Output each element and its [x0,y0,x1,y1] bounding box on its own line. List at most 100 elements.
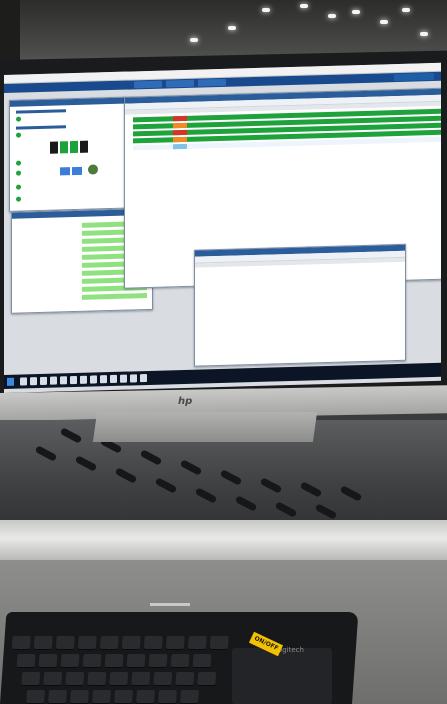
section-heading [16,125,66,130]
key[interactable] [70,690,89,704]
nav-tab[interactable] [166,79,194,88]
key[interactable] [170,654,190,668]
key[interactable] [209,636,229,650]
key[interactable] [192,654,212,668]
vent-slot [299,481,323,498]
touchpad[interactable] [232,648,332,704]
key[interactable] [82,654,102,668]
key[interactable] [77,636,97,650]
key[interactable] [126,654,146,668]
taskbar-app-icon[interactable] [30,377,37,386]
taskbar-app-icon[interactable] [110,374,117,384]
ceiling-light [190,38,198,42]
vent-slot [59,427,83,444]
taskbar-app-icon[interactable] [80,375,87,384]
key[interactable] [143,636,163,650]
taskbar-app-icon[interactable] [120,374,127,383]
key[interactable] [92,690,111,704]
key[interactable] [60,654,80,668]
key[interactable] [38,654,58,668]
key[interactable] [87,672,107,686]
table-row[interactable] [82,293,147,300]
key[interactable] [175,672,195,686]
key[interactable] [43,672,63,686]
key[interactable] [33,636,53,650]
vent-slot [179,459,203,476]
taskbar-app-icon[interactable] [50,376,57,385]
nav-tab[interactable] [134,80,162,89]
ceiling-light [262,8,270,12]
status-dot [16,170,21,176]
status-dot [16,184,21,190]
key[interactable] [21,672,41,686]
taskbar-app-icon[interactable] [100,375,107,384]
nav-tab[interactable] [198,78,226,87]
status-dot [16,160,21,166]
user-menu[interactable] [394,72,434,82]
device-icon [50,141,58,154]
keyboard-brand: logitech [276,646,304,654]
key[interactable] [121,636,141,650]
ceiling-light [328,14,336,18]
vent-slot [314,503,338,520]
taskbar-app-icon[interactable] [90,375,97,384]
ceiling-light [352,10,360,14]
key[interactable] [65,672,85,686]
device-icon [70,140,78,154]
taskbar-app-icon[interactable] [70,375,77,385]
key[interactable] [48,690,67,704]
vent-slot [74,455,98,472]
monitor-icon [72,166,82,176]
vent-slot [274,501,298,518]
ceiling-light [420,32,428,36]
key[interactable] [109,672,129,686]
hp-logo: hp [175,393,193,407]
ceiling-light [380,20,388,24]
key[interactable] [187,636,207,650]
key[interactable] [11,636,31,650]
section-heading [16,109,66,114]
hp-logo-mark: hp [178,396,192,407]
vent-slot [194,487,218,504]
key[interactable] [158,690,177,704]
key[interactable] [55,636,75,650]
shelf-edge [0,520,447,560]
vent-slot [139,449,163,466]
monitor-screen [4,62,441,393]
key[interactable] [99,636,119,650]
key[interactable] [26,690,45,704]
key[interactable] [180,690,199,704]
key[interactable] [114,690,133,704]
taskbar-app-icon[interactable] [140,374,147,383]
vent-slot [34,445,58,462]
vent-slot [259,477,283,494]
key[interactable] [148,654,168,668]
desk-mark [150,603,190,606]
device-icon [60,141,68,154]
key[interactable] [16,654,36,668]
key[interactable] [153,672,173,686]
taskbar-app-icon[interactable] [20,377,27,386]
empty-dialog-window [194,243,406,367]
status-badge [173,122,187,129]
taskbar-app-icon[interactable] [40,376,47,385]
key[interactable] [165,636,185,650]
vent-slot [339,485,363,502]
svg-text:hp: hp [178,396,192,407]
taskbar-app-icon[interactable] [130,374,137,383]
monitor-icon [60,167,70,176]
key[interactable] [136,690,155,704]
device-icon [80,140,88,153]
start-button[interactable] [7,377,14,386]
vent-slot [219,469,243,486]
key[interactable] [131,672,151,686]
taskbar-app-icon[interactable] [60,376,67,385]
window-titlebar[interactable] [10,97,128,107]
key[interactable] [197,672,217,686]
status-badge [173,143,187,150]
status-dot [16,196,21,202]
status-dot [16,116,21,122]
vent-slot [114,467,138,484]
key[interactable] [104,654,124,668]
status-badge [173,129,187,136]
